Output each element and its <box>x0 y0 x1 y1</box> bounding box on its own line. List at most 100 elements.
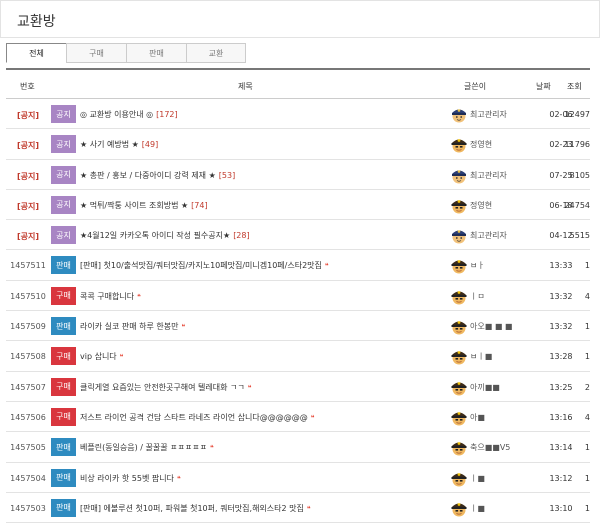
table-row: [공지] 공지 ◎ 교환방 이용안내 ◎ [172] 최고관리자 02-06 12497 <box>6 99 590 130</box>
view-count: 4 <box>584 412 590 422</box>
post-number: [공지] <box>16 201 40 211</box>
view-count: 12497 <box>564 110 590 119</box>
view-count: 5515 <box>569 231 590 241</box>
post-writer[interactable]: ㅣㅁ <box>446 287 546 305</box>
writer-name[interactable]: ㅂㅣ■ <box>470 351 492 362</box>
post-writer[interactable]: ㅣ■ <box>446 499 546 517</box>
category-badge[interactable]: 판매 <box>51 256 76 275</box>
category-badge[interactable]: 공지 <box>51 226 76 245</box>
post-writer[interactable]: ㅂㅣ■ <box>446 347 546 365</box>
category-tabs: 전체 구매 판매 교환 <box>6 43 246 63</box>
writer-name[interactable]: ㅣ■ <box>470 473 485 484</box>
writer-name[interactable]: ㅂㅏ <box>470 260 485 271</box>
post-subject[interactable]: 베플린(동일승음) / 꿀꿀꿀 ㅍㅍㅍㅍㅍ <box>80 443 207 452</box>
post-subject-link[interactable]: [판매] 에볼루션 첫10퍼, 파워볼 첫10퍼, 쿼터맛집,해외스타2 맛집 ❝ <box>80 503 311 514</box>
tab-buy[interactable]: 구매 <box>66 43 126 63</box>
post-subject[interactable]: 라이카 실코 판매 하루 한봉만 <box>80 322 179 331</box>
post-subject[interactable]: 저스트 라이언 공격 건담 스타트 라네즈 라이언 삽니다@@@@@@ <box>80 413 308 422</box>
tab-all[interactable]: 전체 <box>6 43 66 63</box>
post-number: 1457503 <box>10 503 46 513</box>
writer-name[interactable]: 축으■■V5 <box>470 442 510 453</box>
writer-name[interactable]: 정영현 <box>470 200 492 211</box>
category-badge[interactable]: 판매 <box>51 317 76 336</box>
tab-exchange[interactable]: 교환 <box>186 43 246 63</box>
post-subject-link[interactable]: ★ 먹튀/짝퉁 사이트 조회방법 ★ [74] <box>80 200 208 211</box>
table-row: 1457508 구매 vip 삽니다 ❝ ㅂㅣ■ 13:28 1 <box>6 341 590 372</box>
tab-sell[interactable]: 판매 <box>126 43 186 63</box>
writer-name[interactable]: 아■ <box>470 412 485 423</box>
post-subject[interactable]: ★4월12일 카카오톡 아이디 작성 필수공지★ <box>80 231 230 240</box>
table-row: 1457511 판매 [판매] 첫10/출석맛집/쿼터맛집/카지노10페맛집/미니겜… <box>6 250 590 281</box>
writer-name[interactable]: 아오■ ■ ■ <box>470 321 512 332</box>
post-writer[interactable]: 아끼■■ <box>446 378 546 396</box>
post-subject[interactable]: ★ 사기 예방법 ★ <box>80 140 139 149</box>
post-writer[interactable]: ㅂㅏ <box>446 256 546 274</box>
post-subject[interactable]: 콕콕 구매합니다 <box>80 292 134 301</box>
post-number: 1457505 <box>10 443 46 453</box>
writer-name[interactable]: 최고관리자 <box>470 170 507 181</box>
post-subject-link[interactable]: [판매] 첫10/출석맛집/쿼터맛집/카지노10페맛집/미니겜10페/스타2맛집… <box>80 260 329 271</box>
post-subject-link[interactable]: ★ 총판 / 홍보 / 다중아이디 강력 제재 ★ [53] <box>80 170 235 181</box>
column-num: 번호 <box>20 82 35 91</box>
member-avatar-icon <box>450 256 468 274</box>
post-writer[interactable]: 아■ <box>446 408 546 426</box>
writer-name[interactable]: 정영현 <box>470 139 492 150</box>
post-writer[interactable]: ㅣ■ <box>446 469 546 487</box>
post-subject-link[interactable]: 라이카 실코 판매 하루 한봉만 ❝ <box>80 321 185 332</box>
category-badge[interactable]: 판매 <box>51 438 76 457</box>
post-writer[interactable]: 아오■ ■ ■ <box>446 317 546 335</box>
category-badge[interactable]: 공지 <box>51 165 76 184</box>
writer-name[interactable]: 최고관리자 <box>470 109 507 120</box>
post-subject-link[interactable]: 클릭게열 요즘있는 안전한곳구해여 텔레대화 ㄱㄱ ❝ <box>80 382 252 393</box>
post-subject-link[interactable]: 비상 라이카 핫 55벳 팝니다 ❝ <box>80 473 181 484</box>
category-badge[interactable]: 구매 <box>51 286 76 305</box>
member-avatar-icon <box>450 469 468 487</box>
post-subject-link[interactable]: 콕콕 구매합니다 ❝ <box>80 291 141 302</box>
post-writer[interactable]: 최고관리자 <box>446 105 546 123</box>
category-badge[interactable]: 구매 <box>51 377 76 396</box>
post-subject[interactable]: 비상 라이카 핫 55벳 팝니다 <box>80 474 174 483</box>
post-subject-link[interactable]: ★4월12일 카카오톡 아이디 작성 필수공지★ [28] <box>80 230 250 241</box>
post-subject[interactable]: ★ 총판 / 홍보 / 다중아이디 강력 제재 ★ <box>80 171 216 180</box>
category-badge[interactable]: 판매 <box>51 498 76 517</box>
post-subject[interactable]: vip 삽니다 <box>80 352 117 361</box>
view-count: 2 <box>584 382 590 392</box>
post-writer[interactable]: 최고관리자 <box>446 226 546 244</box>
view-count: 4 <box>584 291 590 301</box>
category-badge[interactable]: 구매 <box>51 407 76 426</box>
category-badge[interactable]: 공지 <box>51 105 76 123</box>
post-subject-link[interactable]: vip 삽니다 ❝ <box>80 351 123 362</box>
member-avatar-icon <box>450 408 468 426</box>
comment-count: [53] <box>218 170 236 180</box>
post-writer[interactable]: 정영현 <box>446 196 546 214</box>
post-subject[interactable]: [판매] 첫10/출석맛집/쿼터맛집/카지노10페맛집/미니겜10페/스타2맛집 <box>80 261 322 270</box>
post-list: [공지] 공지 ◎ 교환방 이용안내 ◎ [172] 최고관리자 02-06 12497 [공… <box>6 99 590 523</box>
post-subject[interactable]: ◎ 교환방 이용안내 ◎ <box>80 110 153 119</box>
category-badge[interactable]: 공지 <box>51 195 76 214</box>
writer-name[interactable]: 아끼■■ <box>470 382 500 393</box>
post-subject-link[interactable]: ★ 사기 예방법 ★ [49] <box>80 139 158 150</box>
view-count: 1 <box>584 443 590 453</box>
post-writer[interactable]: 축으■■V5 <box>446 438 546 456</box>
post-subject[interactable]: ★ 먹튀/짝퉁 사이트 조회방법 ★ <box>80 201 188 210</box>
writer-name[interactable]: 최고관리자 <box>470 230 507 241</box>
category-badge[interactable]: 공지 <box>51 135 76 154</box>
post-writer[interactable]: 최고관리자 <box>446 166 546 184</box>
writer-name[interactable]: ㅣㅁ <box>470 291 485 302</box>
post-subject[interactable]: 클릭게열 요즘있는 안전한곳구해여 텔레대화 ㄱㄱ <box>80 383 245 392</box>
post-subject-link[interactable]: 저스트 라이언 공격 건담 스타트 라네즈 라이언 삽니다@@@@@@ ❝ <box>80 412 315 423</box>
member-avatar-icon <box>450 317 468 335</box>
board-header: 교환방 <box>0 0 600 38</box>
view-count: 11796 <box>564 140 590 150</box>
writer-name[interactable]: ㅣ■ <box>470 503 485 514</box>
column-date: 날짜 <box>536 82 551 91</box>
post-number: 1457504 <box>10 473 46 483</box>
view-count: 1 <box>584 261 590 271</box>
column-writer: 글쓴이 <box>464 82 487 91</box>
post-subject-link[interactable]: ◎ 교환방 이용안내 ◎ [172] <box>80 109 178 120</box>
post-subject-link[interactable]: 베플린(동일승음) / 꿀꿀꿀 ㅍㅍㅍㅍㅍ ❝ <box>80 442 214 453</box>
category-badge[interactable]: 구매 <box>51 347 76 366</box>
post-subject[interactable]: [판매] 에볼루션 첫10퍼, 파워볼 첫10퍼, 쿼터맛집,해외스타2 맛집 <box>80 504 304 513</box>
post-writer[interactable]: 정영현 <box>446 135 546 153</box>
category-badge[interactable]: 판매 <box>51 468 76 487</box>
